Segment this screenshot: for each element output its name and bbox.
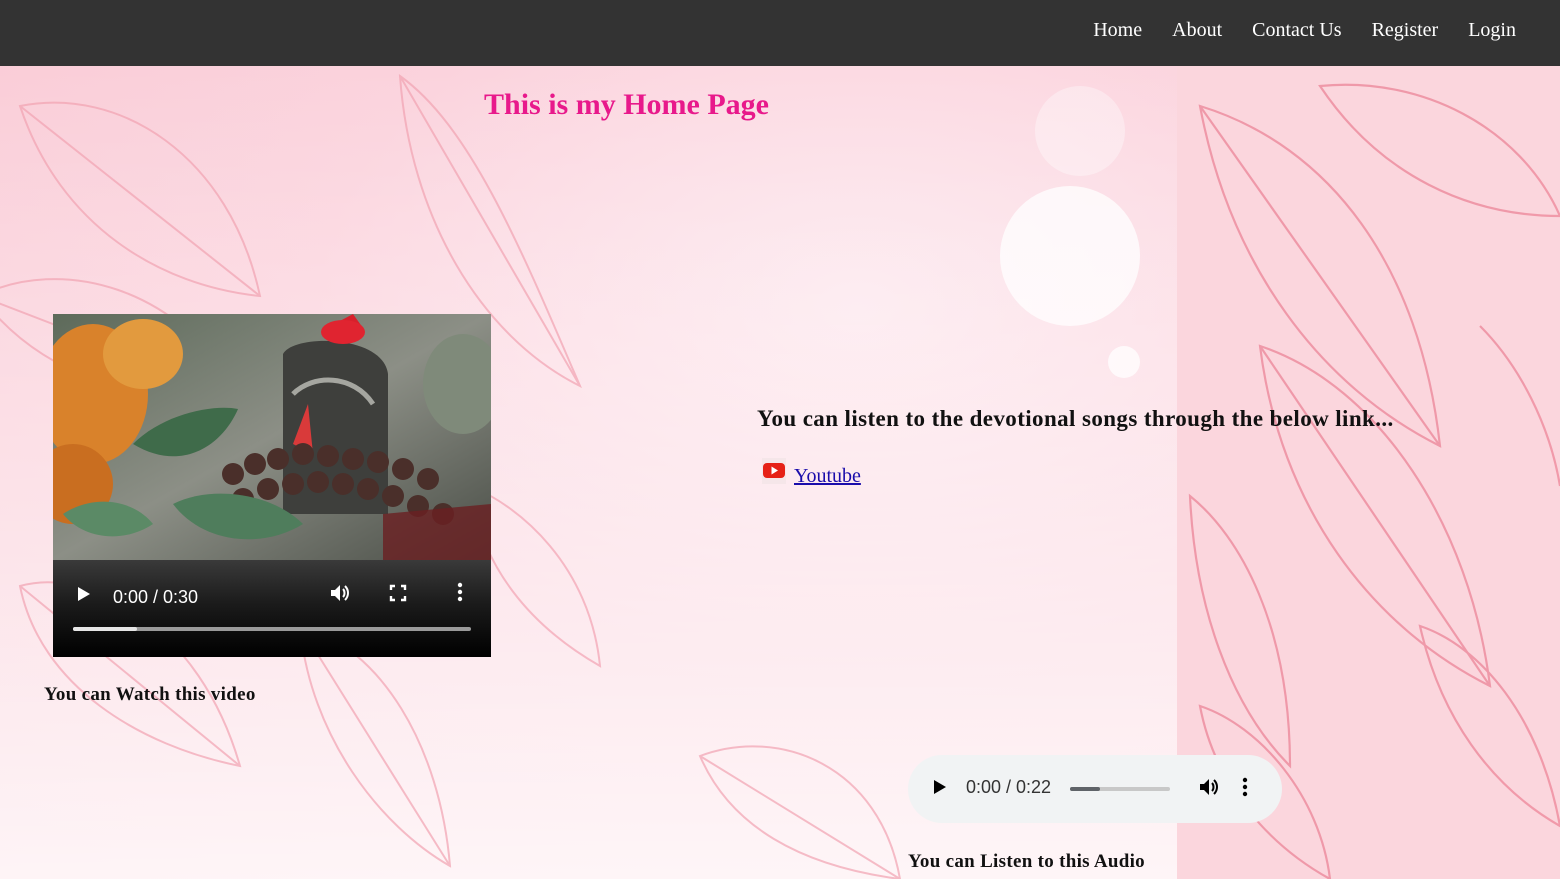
nav-home-link[interactable]: Home: [1093, 19, 1142, 42]
nav-contact-link[interactable]: Contact Us: [1252, 19, 1341, 42]
nav-links: Home About Contact Us Register Login: [1093, 0, 1516, 60]
video-more-options-button[interactable]: [457, 582, 463, 607]
audio-caption: You can Listen to this Audio: [908, 851, 1145, 872]
nav-about-link[interactable]: About: [1172, 19, 1222, 42]
video-fullscreen-button[interactable]: [389, 584, 407, 607]
audio-progress-fill: [1070, 787, 1100, 791]
audio-progress-bar[interactable]: [1070, 787, 1170, 791]
page-title: This is my Home Page: [484, 88, 769, 121]
more-vertical-icon: [1242, 777, 1248, 797]
audio-play-button[interactable]: [932, 777, 948, 802]
video-player[interactable]: 0:00 / 0:30: [53, 314, 491, 657]
play-icon: [78, 587, 90, 601]
youtube-link-label[interactable]: Youtube: [794, 465, 861, 488]
play-icon: [934, 780, 946, 794]
video-caption: You can Watch this video: [44, 684, 256, 705]
video-volume-button[interactable]: [329, 582, 351, 609]
video-progress-fill: [73, 627, 137, 631]
nav-login-link[interactable]: Login: [1468, 19, 1516, 42]
video-time-display: 0:00 / 0:30: [113, 587, 199, 607]
youtube-icon: [762, 458, 786, 484]
fullscreen-icon: [389, 584, 407, 602]
youtube-link[interactable]: Youtube: [762, 458, 861, 487]
volume-icon: [1200, 779, 1218, 795]
devotional-text: You can listen to the devotional songs t…: [757, 406, 1394, 431]
video-poster-image: [53, 314, 491, 560]
audio-more-options-button[interactable]: [1242, 777, 1248, 802]
audio-player[interactable]: 0:00 / 0:22: [908, 755, 1282, 823]
video-progress-bar[interactable]: [73, 627, 471, 631]
nav-register-link[interactable]: Register: [1372, 19, 1439, 42]
audio-volume-button[interactable]: [1198, 776, 1220, 803]
video-controls: 0:00 / 0:30: [53, 560, 491, 657]
more-vertical-icon: [457, 582, 463, 602]
video-play-button[interactable]: [77, 585, 91, 608]
volume-icon: [331, 585, 349, 601]
top-navbar: Home About Contact Us Register Login: [0, 0, 1560, 66]
audio-time-display: 0:00 / 0:22: [966, 777, 1052, 797]
